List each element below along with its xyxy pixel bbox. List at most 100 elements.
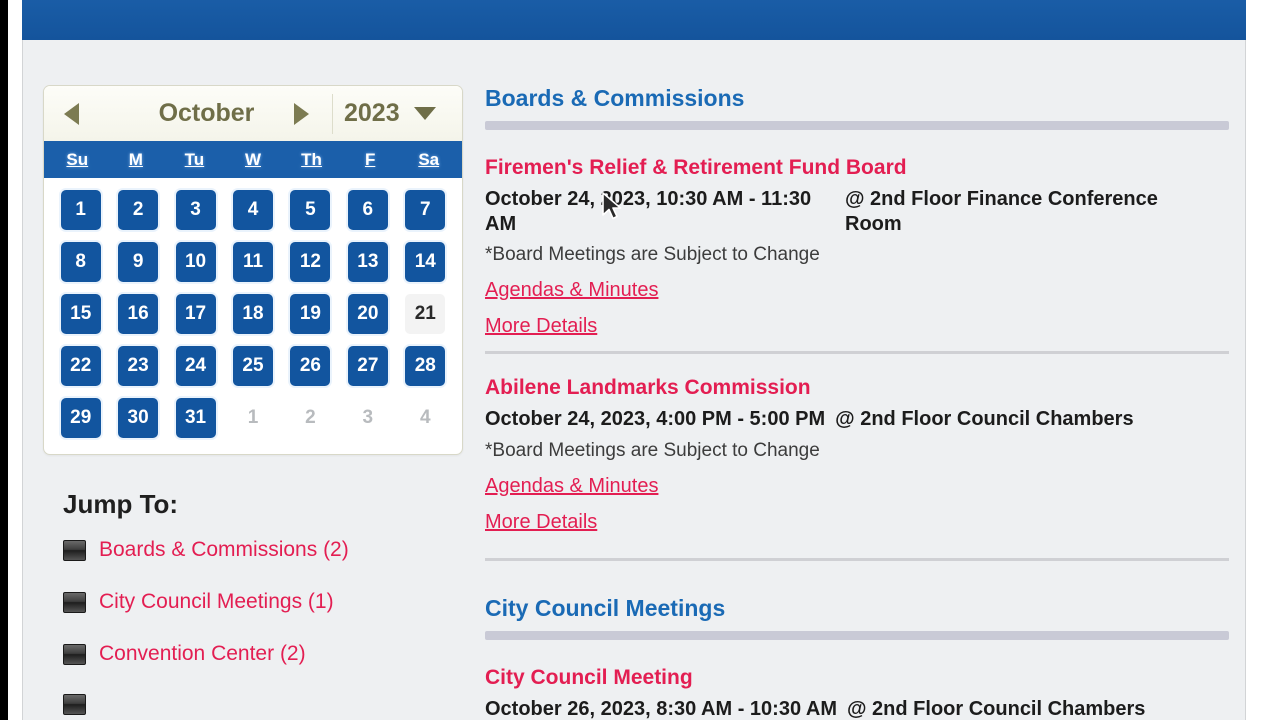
show-past-events-label: Show Past Events xyxy=(85,0,289,3)
calendar-day[interactable]: 11 xyxy=(232,242,273,282)
day-header-m[interactable]: M xyxy=(107,150,166,170)
calendar-day[interactable]: 30 xyxy=(118,398,159,438)
section-rule xyxy=(485,630,1229,640)
calendar-day-inactive: 4 xyxy=(419,407,431,428)
calendar-day[interactable]: 27 xyxy=(347,346,388,386)
calendar-day[interactable]: 7 xyxy=(405,190,446,230)
jump-to-item-label: City Council Meetings (1) xyxy=(99,590,334,613)
calendar-day[interactable]: 1 xyxy=(60,190,101,230)
event-datetime: October 24, 2023, 4:00 PM - 5:00 PM xyxy=(485,408,826,431)
calendar-day[interactable]: 24 xyxy=(175,346,216,386)
calendar-day[interactable]: 23 xyxy=(118,346,159,386)
jump-to-item[interactable]: Convention Center (2) xyxy=(63,642,483,666)
calendar-month-label: October xyxy=(158,99,255,127)
jump-to-title: Jump To: xyxy=(63,489,179,519)
calendar-day[interactable]: 16 xyxy=(118,294,159,334)
window-left-margin xyxy=(8,0,22,720)
calendar-year-label: 2023 xyxy=(344,99,400,127)
anchor-jump-icon xyxy=(63,539,86,561)
calendar-day[interactable]: 19 xyxy=(290,294,331,334)
events-list: Boards & Commissions Firemen's Relief & R… xyxy=(485,85,1247,720)
page-body: October 2023 Su M Tu W Th F Sa 1 2 3 4 5 6 7 8 9 10 11 12… xyxy=(22,40,1246,720)
anchor-jump-icon xyxy=(63,643,86,665)
calendar-day[interactable]: 22 xyxy=(60,346,101,386)
agendas-minutes-link[interactable]: Agendas & Minutes xyxy=(485,475,658,498)
day-header-th[interactable]: Th xyxy=(282,150,341,170)
day-header-sa[interactable]: Sa xyxy=(399,150,458,170)
event-item: Abilene Landmarks Commission October 24, … xyxy=(485,376,1247,533)
event-title[interactable]: City Council Meeting xyxy=(485,666,1247,690)
section-heading[interactable]: Boards & Commissions xyxy=(485,85,1247,112)
event-item: City Council Meeting October 26, 2023, 8:… xyxy=(485,666,1247,720)
calendar-day-inactive: 1 xyxy=(247,407,259,428)
calendar-divider xyxy=(332,94,333,134)
calendar-day[interactable]: 31 xyxy=(175,398,216,438)
calendar-day[interactable]: 21 xyxy=(405,294,446,334)
jump-to-item[interactable]: Boards & Commissions (2) xyxy=(63,538,483,562)
calendar-day[interactable]: 18 xyxy=(232,294,273,334)
show-past-events-toggle[interactable]: Show Past Events xyxy=(54,0,289,3)
event-meta: October 26, 2023, 8:30 AM - 10:30 AM @ 2n… xyxy=(485,697,1247,720)
calendar-day[interactable]: 2 xyxy=(118,190,159,230)
triangle-left-icon[interactable] xyxy=(64,102,79,125)
sidebar: October 2023 Su M Tu W Th F Sa 1 2 3 4 5 6 7 8 9 10 11 12… xyxy=(43,85,483,720)
window-left-edge xyxy=(0,0,8,720)
agendas-minutes-link[interactable]: Agendas & Minutes xyxy=(485,279,658,302)
triangle-right-icon[interactable] xyxy=(294,102,309,125)
calendar-day-inactive: 2 xyxy=(305,407,316,428)
calendar-day[interactable]: 15 xyxy=(60,294,101,334)
page-body-inner: October 2023 Su M Tu W Th F Sa 1 2 3 4 5 6 7 8 9 10 11 12… xyxy=(23,40,1245,720)
event-note: *Board Meetings are Subject to Change xyxy=(485,244,820,266)
day-header-tu[interactable]: Tu xyxy=(165,150,224,170)
event-item: Firemen's Relief & Retirement Fund Board… xyxy=(485,156,1247,338)
calendar-day[interactable]: 9 xyxy=(118,242,159,282)
calendar-page: Show Past Events Select a Calendar Octob… xyxy=(0,0,1280,720)
calendar-day[interactable]: 10 xyxy=(175,242,216,282)
jump-to-item-label: Convention Center (2) xyxy=(99,642,306,665)
event-meta: October 24, 2023, 4:00 PM - 5:00 PM @ 2nd… xyxy=(485,407,1247,432)
calendar-navigation: October 2023 xyxy=(44,86,462,141)
calendar-day[interactable]: 12 xyxy=(290,242,331,282)
event-location: @ 2nd Floor Council Chambers xyxy=(835,408,1134,431)
mini-calendar: October 2023 Su M Tu W Th F Sa 1 2 3 4 5 6 7 8 9 10 11 12… xyxy=(43,85,463,455)
more-details-link[interactable]: More Details xyxy=(485,511,597,534)
calendar-toolbar: Show Past Events Select a Calendar xyxy=(22,0,1246,40)
calendar-year-selector[interactable]: 2023 xyxy=(344,99,436,128)
event-meta: October 24, 2023, 10:30 AM - 11:30 AM @ 2… xyxy=(485,187,1247,237)
calendar-day[interactable]: 13 xyxy=(347,242,388,282)
event-datetime: October 26, 2023, 8:30 AM - 10:30 AM xyxy=(485,697,837,720)
event-note: *Board Meetings are Subject to Change xyxy=(485,439,820,461)
event-location: @ 2nd Floor Council Chambers xyxy=(847,697,1146,720)
day-header-su[interactable]: Su xyxy=(48,150,107,170)
calendar-day[interactable]: 26 xyxy=(290,346,331,386)
event-datetime: October 24, 2023, 10:30 AM - 11:30 AM xyxy=(485,188,812,236)
calendar-day[interactable]: 17 xyxy=(175,294,216,334)
event-title[interactable]: Abilene Landmarks Commission xyxy=(485,376,1247,400)
event-title[interactable]: Firemen's Relief & Retirement Fund Board xyxy=(485,156,1247,180)
calendar-day[interactable]: 28 xyxy=(405,346,446,386)
calendar-day[interactable]: 6 xyxy=(347,190,388,230)
jump-to-item-label: Boards & Commissions (2) xyxy=(99,538,349,561)
section-rule xyxy=(485,121,1229,130)
calendar-day[interactable]: 14 xyxy=(405,242,446,282)
section-heading[interactable]: City Council Meetings xyxy=(485,595,1247,622)
event-separator xyxy=(485,557,1229,561)
calendar-days-grid: 1 2 3 4 5 6 7 8 9 10 11 12 13 14 15 16 17 18 19 20 21 22 23 24 2… xyxy=(44,178,462,454)
calendar-day[interactable]: 29 xyxy=(60,398,101,438)
calendar-day-inactive: 3 xyxy=(362,407,374,428)
calendar-day[interactable]: 25 xyxy=(232,346,273,386)
jump-to-item[interactable]: City Council Meetings (1) xyxy=(63,590,483,614)
calendar-day[interactable]: 3 xyxy=(175,190,216,230)
day-header-w[interactable]: W xyxy=(224,150,283,170)
event-separator xyxy=(485,351,1229,355)
day-header-f[interactable]: F xyxy=(341,150,400,170)
more-details-link[interactable]: More Details xyxy=(485,315,597,338)
calendar-day[interactable]: 4 xyxy=(232,190,273,230)
anchor-jump-icon xyxy=(63,591,86,613)
jump-to-list: Boards & Commissions (2) City Council Mee… xyxy=(63,538,483,715)
anchor-jump-icon xyxy=(63,694,86,715)
calendar-day[interactable]: 5 xyxy=(290,190,331,230)
calendar-day[interactable]: 8 xyxy=(60,242,101,282)
calendar-day[interactable]: 20 xyxy=(347,294,388,334)
jump-to-item[interactable] xyxy=(63,694,483,715)
